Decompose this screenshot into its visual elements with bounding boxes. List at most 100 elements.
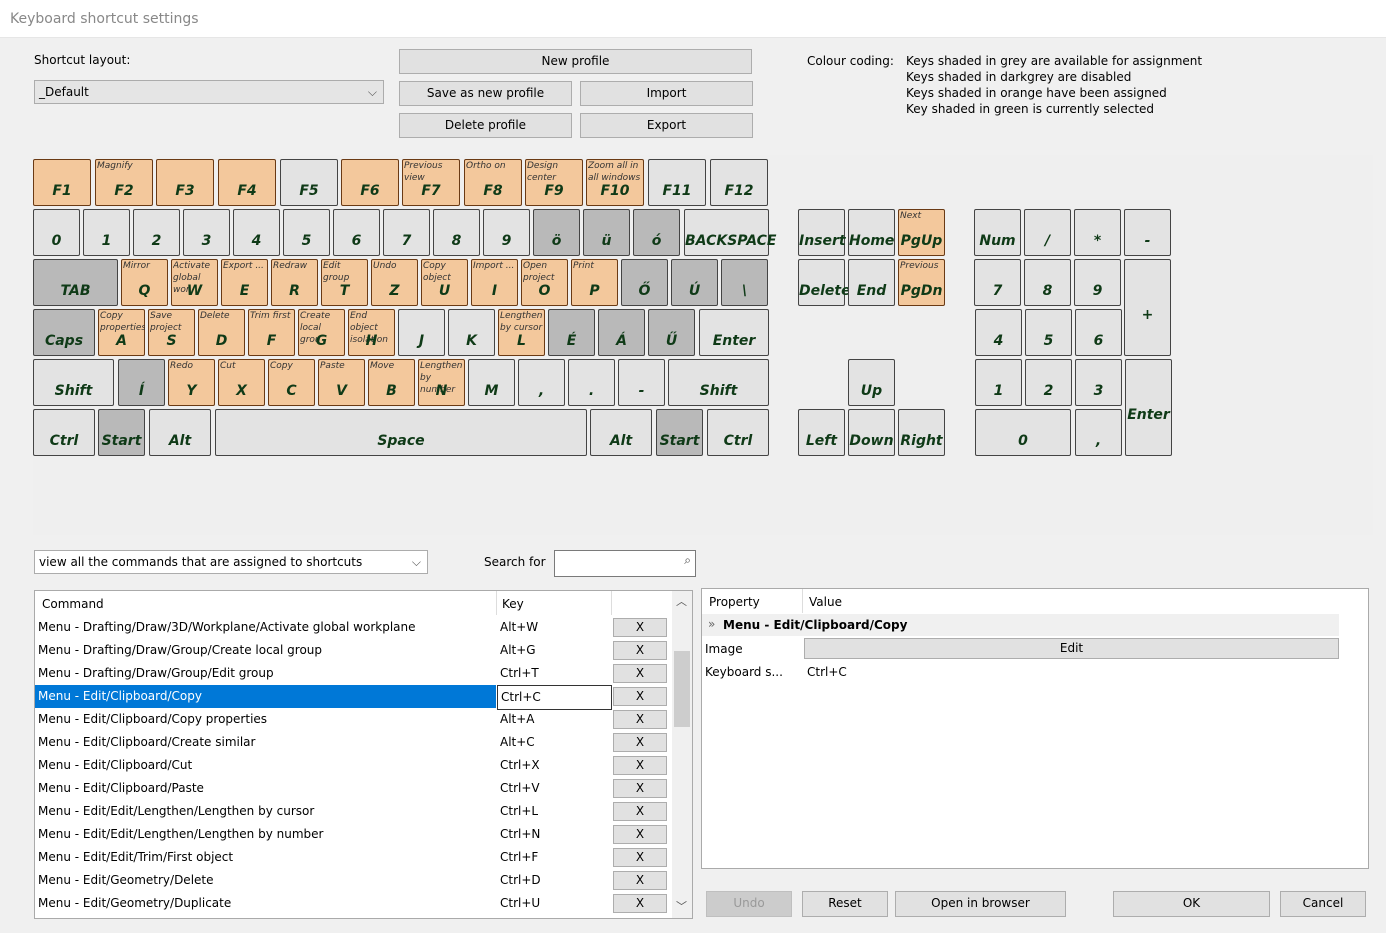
key-w[interactable]: Activate global wor W [171, 259, 218, 306]
key-n[interactable]: Lengthen by number N [418, 359, 465, 406]
key-shift[interactable]: Shift [33, 359, 114, 406]
remove-shortcut-button[interactable]: X [613, 687, 667, 706]
key-f[interactable]: Trim first F [248, 309, 295, 356]
key-ő[interactable]: Ő [621, 259, 668, 306]
key-2[interactable]: 2 [1025, 359, 1072, 406]
key-f1[interactable]: F1 [33, 159, 91, 206]
command-filter-select[interactable]: view all the commands that are assigned … [34, 550, 428, 574]
remove-shortcut-button[interactable]: X [613, 825, 667, 844]
key-0[interactable]: 0 [975, 409, 1071, 456]
key-7[interactable]: 7 [383, 209, 430, 256]
key-f4[interactable]: F4 [218, 159, 276, 206]
key-end[interactable]: End [848, 259, 895, 306]
table-row[interactable]: Menu - Edit/Geometry/Delete Ctrl+D X [35, 869, 671, 892]
key-ö[interactable]: ö [533, 209, 580, 256]
key-8[interactable]: 8 [1024, 259, 1071, 306]
scroll-thumb[interactable] [674, 651, 690, 727]
remove-shortcut-button[interactable]: X [613, 779, 667, 798]
key-delete[interactable]: Delete [798, 259, 851, 306]
key-alt[interactable]: Alt [590, 409, 652, 456]
key-d[interactable]: Delete D [198, 309, 245, 356]
key-left[interactable]: Left [798, 409, 845, 456]
cancel-button[interactable]: Cancel [1280, 891, 1366, 917]
table-row[interactable]: Menu - Edit/Clipboard/Cut Ctrl+X X [35, 754, 671, 777]
table-row[interactable]: Menu - Drafting/Draw/3D/Workplane/Activa… [35, 616, 671, 639]
key-,[interactable]: , [1075, 409, 1122, 456]
table-row[interactable]: Menu - Edit/Edit/Lengthen/Lengthen by nu… [35, 823, 671, 846]
table-row[interactable]: Menu - Edit/Edit/Lengthen/Lengthen by cu… [35, 800, 671, 823]
key-9[interactable]: 9 [483, 209, 530, 256]
key-8[interactable]: 8 [433, 209, 480, 256]
key-v[interactable]: Paste V [318, 359, 365, 406]
key-k[interactable]: K [448, 309, 495, 356]
scroll-up-icon[interactable]: ︿ [676, 593, 687, 609]
table-row[interactable]: Menu - Edit/Clipboard/Paste Ctrl+V X [35, 777, 671, 800]
key-f11[interactable]: F11 [648, 159, 706, 206]
search-input[interactable]: ⌕ [554, 550, 696, 577]
key-1[interactable]: 1 [83, 209, 130, 256]
key-home[interactable]: Home [848, 209, 895, 256]
key-,[interactable]: , [518, 359, 565, 406]
list-scrollbar[interactable]: ︿ ﹀ [672, 591, 692, 918]
key-5[interactable]: 5 [283, 209, 330, 256]
key-3[interactable]: 3 [183, 209, 230, 256]
shortcut-value[interactable]: Ctrl+C [807, 665, 847, 679]
key-c[interactable]: Copy C [268, 359, 315, 406]
key-o[interactable]: Open project O [521, 259, 568, 306]
key-h[interactable]: End object isolation H [348, 309, 395, 356]
table-row[interactable]: Menu - Edit/Clipboard/Create similar Alt+… [35, 731, 671, 754]
key-s[interactable]: Save project S [148, 309, 195, 356]
remove-shortcut-button[interactable]: X [613, 618, 667, 637]
command-column-header[interactable]: Command [42, 593, 500, 616]
key-*[interactable]: * [1074, 209, 1121, 256]
key-q[interactable]: Mirror Q [121, 259, 168, 306]
undo-button[interactable]: Undo [706, 891, 792, 917]
key-f10[interactable]: Zoom all in all windows F10 [586, 159, 644, 206]
key-alt[interactable]: Alt [149, 409, 211, 456]
key-ctrl[interactable]: Ctrl [707, 409, 769, 456]
save-as-new-profile-button[interactable]: Save as new profile [399, 81, 572, 106]
key-f12[interactable]: F12 [710, 159, 768, 206]
key-a[interactable]: Copy properties A [98, 309, 145, 356]
key-7[interactable]: 7 [974, 259, 1021, 306]
remove-shortcut-button[interactable]: X [613, 641, 667, 660]
key-.[interactable]: . [568, 359, 615, 406]
key-\[interactable]: \ [721, 259, 768, 306]
reset-button[interactable]: Reset [802, 891, 888, 917]
key-ó[interactable]: ó [633, 209, 680, 256]
key-l[interactable]: Lengthen by cursor L [498, 309, 545, 356]
key-start[interactable]: Start [656, 409, 703, 456]
key-t[interactable]: Edit group T [321, 259, 368, 306]
key-ü[interactable]: ü [583, 209, 630, 256]
key-p[interactable]: Print P [571, 259, 618, 306]
key-space[interactable]: Space [215, 409, 587, 456]
key-e[interactable]: Export ... E [221, 259, 268, 306]
key-f9[interactable]: Design center F9 [525, 159, 583, 206]
key-z[interactable]: Undo Z [371, 259, 418, 306]
remove-shortcut-button[interactable]: X [613, 848, 667, 867]
key-f2[interactable]: Magnify F2 [95, 159, 153, 206]
key-up[interactable]: Up [848, 359, 895, 406]
remove-shortcut-button[interactable]: X [613, 871, 667, 890]
remove-shortcut-button[interactable]: X [613, 664, 667, 683]
table-row[interactable]: Menu - Edit/Geometry/Duplicate Ctrl+U X [35, 892, 671, 915]
key-right[interactable]: Right [898, 409, 945, 456]
table-row[interactable]: Menu - Edit/Edit/Trim/First object Ctrl+F… [35, 846, 671, 869]
key-m[interactable]: M [468, 359, 515, 406]
table-row[interactable]: Menu - Edit/Clipboard/Copy Ctrl+C X [35, 685, 671, 710]
key-y[interactable]: Redo Y [168, 359, 215, 406]
key-shift[interactable]: Shift [668, 359, 769, 406]
key-f7[interactable]: Previous view F7 [402, 159, 460, 206]
key-start[interactable]: Start [98, 409, 145, 456]
key-0[interactable]: 0 [33, 209, 80, 256]
key-1[interactable]: 1 [975, 359, 1022, 406]
key-3[interactable]: 3 [1075, 359, 1122, 406]
collapse-icon[interactable]: » [708, 617, 715, 631]
key-down[interactable]: Down [848, 409, 895, 456]
key-enter[interactable]: Enter [699, 309, 769, 356]
table-row[interactable]: Menu - Drafting/Draw/Group/Edit group Ctr… [35, 662, 671, 685]
key-6[interactable]: 6 [1075, 309, 1122, 356]
key-f5[interactable]: F5 [280, 159, 338, 206]
key-9[interactable]: 9 [1074, 259, 1121, 306]
delete-profile-button[interactable]: Delete profile [399, 113, 572, 138]
